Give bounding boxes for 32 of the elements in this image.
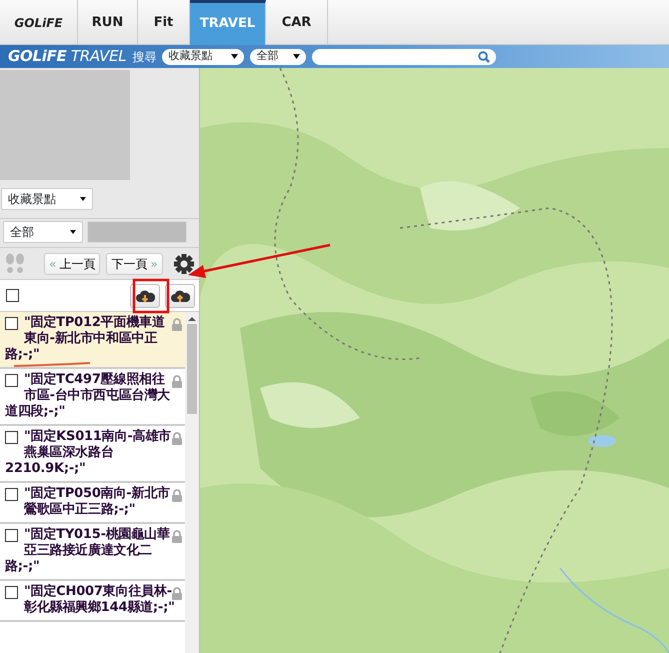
scroll-up-icon[interactable]	[188, 316, 196, 322]
scrollbar-thumb[interactable]	[187, 324, 197, 414]
item-checkbox[interactable]	[5, 317, 18, 330]
cloud-download-icon	[135, 288, 155, 304]
next-page-button[interactable]: 下一頁 »	[106, 252, 163, 274]
cloud-upload-icon	[170, 288, 190, 304]
search-icon[interactable]	[478, 50, 490, 62]
category-dropdown[interactable]: 收藏景點	[162, 48, 244, 64]
caret-icon[interactable]	[231, 54, 238, 59]
text-field[interactable]	[87, 221, 187, 243]
settings-icon[interactable]	[173, 252, 195, 274]
previous-page-button[interactable]: « 上一頁	[44, 252, 100, 274]
list-item[interactable]: "固定TP012平面機車道東向-新北市中和區中正路;-;"	[0, 312, 185, 369]
caret-icon[interactable]	[70, 230, 76, 234]
region-dropdown[interactable]: 全部	[250, 48, 306, 64]
highlight-box	[132, 278, 170, 314]
search-label: 搜尋	[132, 48, 156, 66]
scrollbar[interactable]	[185, 312, 199, 653]
brand-logo: GOLiFE TRAVEL	[8, 46, 126, 68]
select-all-checkbox[interactable]	[6, 289, 19, 302]
upload-button[interactable]	[165, 284, 195, 308]
download-button[interactable]	[130, 284, 160, 308]
caret-icon[interactable]	[293, 54, 300, 59]
item-checkbox[interactable]	[5, 374, 18, 387]
item-checkbox[interactable]	[5, 488, 18, 501]
filter-select[interactable]: 全部	[3, 221, 83, 243]
search-field[interactable]	[312, 48, 496, 64]
item-checkbox[interactable]	[5, 431, 18, 444]
item-checkbox[interactable]	[5, 529, 18, 542]
caret-icon[interactable]	[80, 197, 86, 201]
category-select[interactable]: 收藏景點	[1, 188, 93, 210]
item-checkbox[interactable]	[5, 586, 18, 599]
